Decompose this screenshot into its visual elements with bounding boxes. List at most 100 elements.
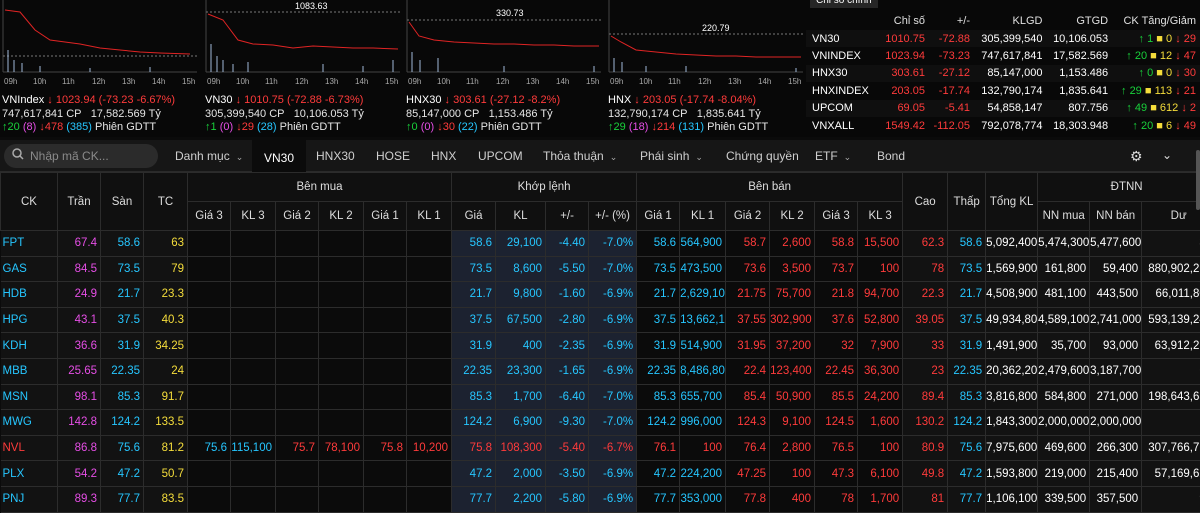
index-name: HNXINDEX [806, 82, 880, 99]
svg-text:12h: 12h [295, 77, 308, 86]
tab-bond[interactable]: Bond [877, 140, 905, 172]
header-kl-khop: KL [496, 202, 546, 231]
index-name: VN30 [806, 30, 880, 47]
index-row[interactable]: VN301010.75-72.88305,399,54010,106.053↑ … [806, 30, 1200, 47]
index-value: 1023.94 [880, 47, 929, 64]
cell-tong-kl: 1,843,300 [986, 410, 1038, 436]
tab-vn30[interactable]: VN30 [252, 140, 306, 172]
cell-nn-mua: 2,479,600 [1038, 358, 1090, 384]
header-cao: Cao [903, 173, 948, 231]
cell-san: 58.6 [101, 231, 144, 257]
chevron-down-icon: ⌄ [610, 152, 618, 162]
tab-hose[interactable]: HOSE [376, 140, 410, 172]
tab-etf[interactable]: ETF⌄ [815, 140, 851, 172]
tab-chung-quyen[interactable]: Chứng quyền [726, 140, 799, 172]
ref-count: 12 [1160, 50, 1172, 62]
header-value: Chỉ số [880, 12, 929, 30]
cell-buy-3 [319, 282, 364, 308]
cell-buy-1 [231, 461, 276, 487]
chevron-down-icon[interactable]: ⌄ [1162, 148, 1172, 162]
table-row[interactable]: HDB24.921.723.321.79,800-1.60-6.9%21.72,… [1, 282, 1200, 308]
cell-match-price: 22.35 [452, 358, 496, 384]
index-row[interactable]: UPCOM69.05-5.4154,858,147807.756↑ 49 ■ 6… [806, 100, 1200, 117]
cell-nn-ban: 59,400 [1090, 256, 1142, 282]
cell-match-change-pct: -6.9% [589, 486, 637, 512]
index-volume: 747,617,841 CP [2, 108, 82, 120]
tab-label: HNX [431, 149, 456, 163]
peak-label: 1083.63 [295, 1, 328, 11]
ref-square-icon: ■ [1150, 50, 1160, 62]
table-row[interactable]: PNJ89.377.783.577.72,200-5.80-6.9%77.735… [1, 486, 1200, 512]
mini-chart-hnx[interactable]: 220.79 09h10h11h12h13h14h15h HNX ↓ 203.0… [606, 0, 806, 137]
tab-upcom[interactable]: UPCOM [478, 140, 523, 172]
cell-match-change-pct: -7.0% [589, 256, 637, 282]
header-gia1-ban: Giá 1 [637, 202, 680, 231]
table-row[interactable]: FPT67.458.66358.629,100-4.40-7.0%58.6564… [1, 231, 1200, 257]
index-row[interactable]: HNX30303.61-27.1285,147,0001,153.486↑ 0 … [806, 65, 1200, 82]
index-change: -27.12 [929, 65, 974, 82]
index-updown: ↑ 20 ■ 12 ↓ 47 [1112, 47, 1200, 64]
cell-tran: 24.9 [58, 282, 101, 308]
index-change: -72.88 [929, 30, 974, 47]
svg-text:13h: 13h [122, 77, 135, 86]
index-volume: 305,399,540 CP [205, 108, 285, 120]
cell-buy-2 [276, 461, 319, 487]
cell-match-volume: 400 [496, 333, 546, 359]
ref-square-icon: ■ [1156, 120, 1166, 132]
index-row[interactable]: VNXALL1549.42-112.05792,078,77418,303.94… [806, 117, 1200, 134]
table-row[interactable]: PLX54.247.250.747.22,000-3.50-6.9%47.222… [1, 461, 1200, 487]
tab-main-indices[interactable]: Chỉ số chính [810, 0, 878, 8]
cell-sell-4: 73.7 [815, 256, 858, 282]
cell-sell-4: 78 [815, 486, 858, 512]
cell-sell-3: 123,400 [770, 358, 815, 384]
cell-match-volume: 2,000 [496, 461, 546, 487]
table-row[interactable]: GAS84.573.57973.58,600-5.50-7.0%73.5473,… [1, 256, 1200, 282]
tab-hnx30[interactable]: HNX30 [316, 140, 355, 172]
table-row[interactable]: NVL86.875.681.275.6115,10075.778,10075.8… [1, 435, 1200, 461]
search-input[interactable] [30, 147, 150, 165]
index-name: VNINDEX [806, 47, 880, 64]
table-row[interactable]: HPG43.137.540.337.567,500-2.80-6.9%37.51… [1, 307, 1200, 333]
tab-thoa-thuan[interactable]: Thỏa thuận⌄ [543, 140, 617, 172]
cell-match-price: 31.9 [452, 333, 496, 359]
table-row[interactable]: KDH36.631.934.2531.9400-2.35-6.9%31.9514… [1, 333, 1200, 359]
down-arrow-icon: ↓ [236, 94, 242, 106]
cell-sell-2: 77.8 [726, 486, 770, 512]
index-change: (-73.23 -6.67%) [99, 94, 175, 106]
cell-nn-ban: 5,477,600 [1090, 231, 1142, 257]
cell-match-change: -9.30 [546, 410, 589, 436]
table-row[interactable]: MBB25.6522.352422.3523,300-1.65-6.9%22.3… [1, 358, 1200, 384]
tab-danh-muc[interactable]: Danh mục⌄ [175, 140, 243, 172]
mini-chart-vn30[interactable]: 1083.63 09h10h11h12h13h14h15h VN30 ↓ 101… [203, 0, 403, 137]
tab-hnx[interactable]: HNX [431, 140, 456, 172]
cell-nn-mua: 4,589,100 [1038, 307, 1090, 333]
cell-buy-5 [407, 384, 452, 410]
down-arrow-icon: ↓ [1175, 33, 1184, 45]
cell-match-volume: 9,800 [496, 282, 546, 308]
cell-nn-mua: 161,800 [1038, 256, 1090, 282]
ref-count: 0 [1166, 67, 1172, 79]
gear-icon[interactable]: ⚙ [1130, 148, 1143, 165]
search-box[interactable] [4, 144, 158, 168]
index-row[interactable]: HNXINDEX203.05-17.74132,790,1741,835.641… [806, 82, 1200, 99]
table-row[interactable]: MWG142.8124.2133.5124.26,900-9.30-7.0%12… [1, 410, 1200, 436]
cell-sell-0: 76.1 [637, 435, 680, 461]
cell-buy-2 [276, 384, 319, 410]
cell-thap: 21.7 [948, 282, 986, 308]
mini-chart-vnindex[interactable]: 09h10h11h12h13h14h15h VNIndex ↓ 1023.94 … [0, 0, 200, 137]
cell-match-price: 73.5 [452, 256, 496, 282]
cell-buy-4 [364, 384, 407, 410]
table-row[interactable]: MSN98.185.391.785.31,700-6.40-7.0%85.365… [1, 384, 1200, 410]
cell-tran: 84.5 [58, 256, 101, 282]
down-arrow-icon: ↓ [1175, 67, 1184, 79]
tab-phai-sinh[interactable]: Phái sinh⌄ [640, 140, 703, 172]
cell-match-price: 58.6 [452, 231, 496, 257]
mini-chart-hnx30[interactable]: 330.73 09h10h11h12h13h14h15h HNX30 ↓ 303… [404, 0, 604, 137]
cell-symbol: GAS [1, 256, 58, 282]
cell-sell-4: 37.6 [815, 307, 858, 333]
index-row[interactable]: VNINDEX1023.94-73.23747,617,84117,582.56… [806, 47, 1200, 64]
index-gtgd: 10,106.053 [1046, 30, 1112, 47]
scrollbar[interactable] [1196, 150, 1200, 210]
cell-buy-1 [231, 410, 276, 436]
index-volume: 85,147,000 CP [406, 108, 479, 120]
